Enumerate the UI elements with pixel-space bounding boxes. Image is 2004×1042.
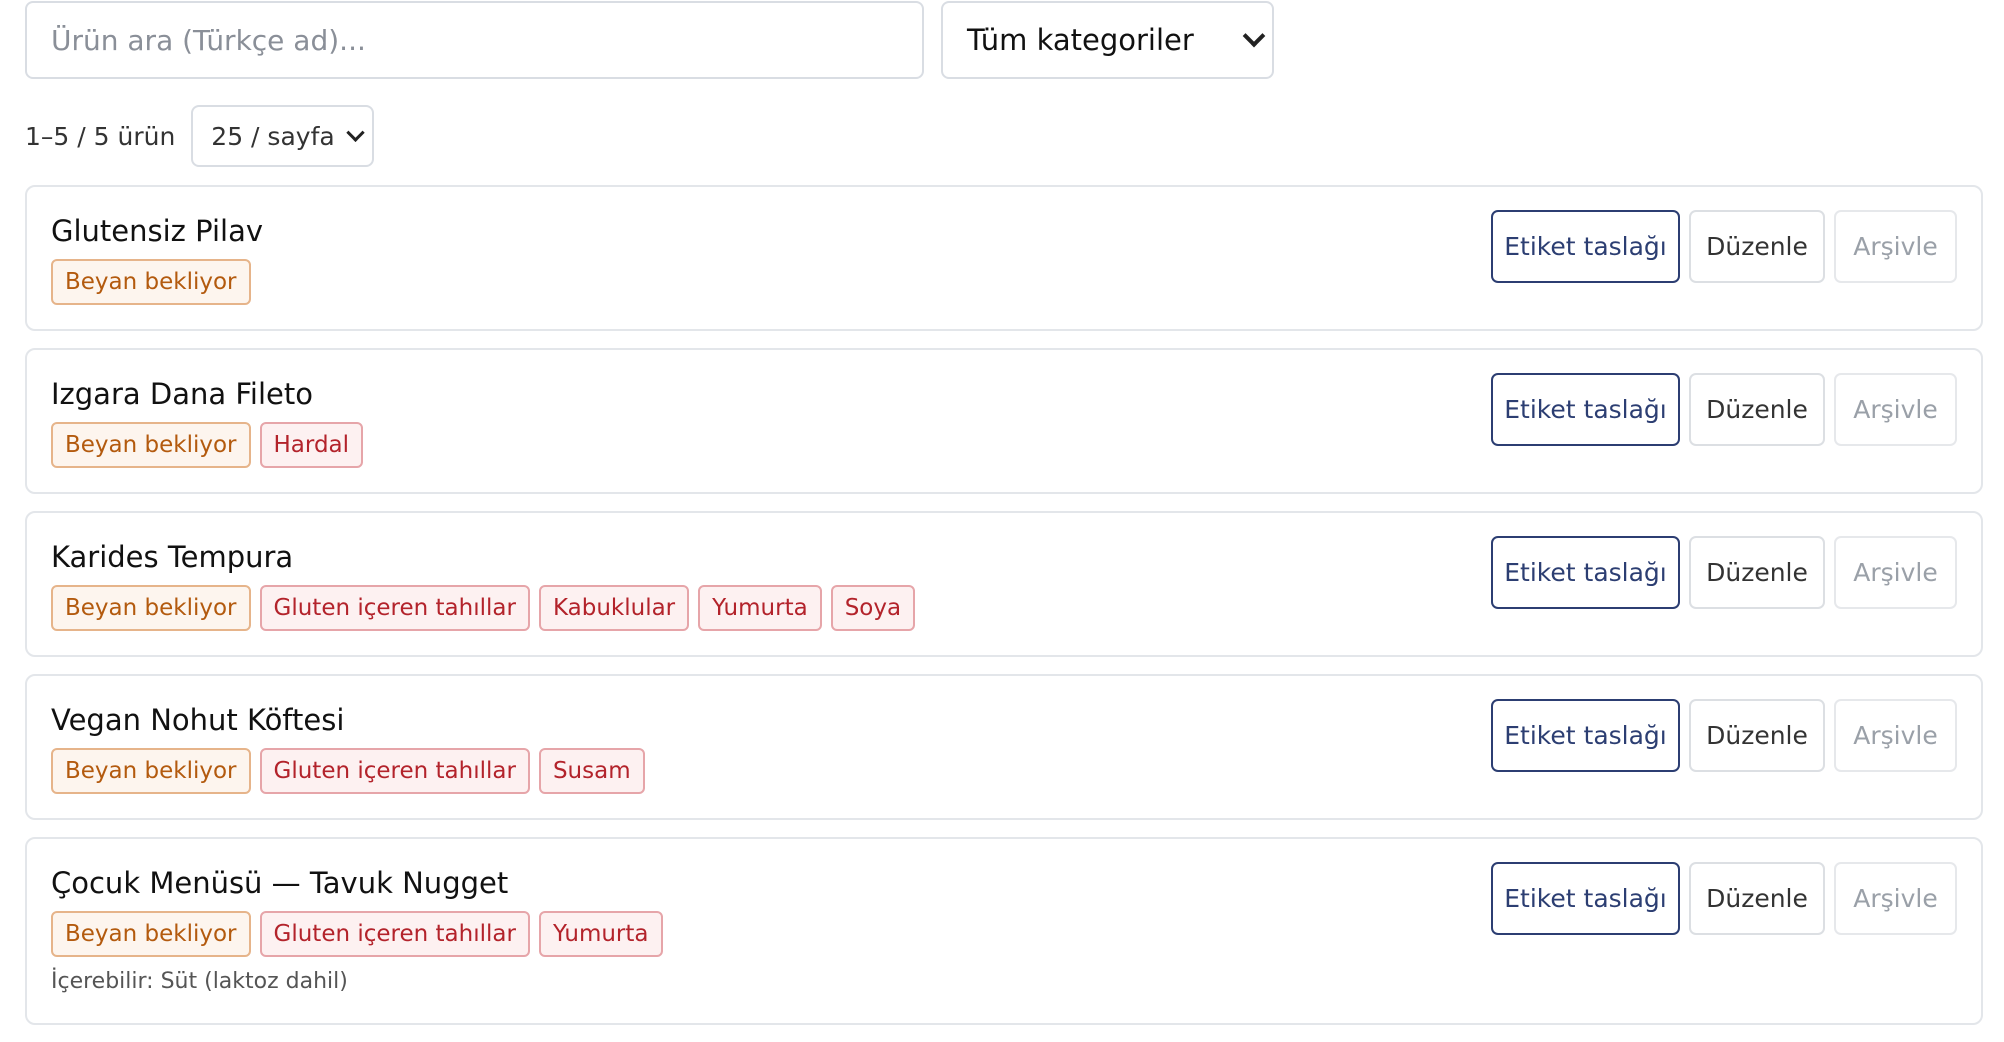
edit-button[interactable]: Düzenle bbox=[1689, 862, 1825, 935]
label-draft-button[interactable]: Etiket taslağı bbox=[1491, 373, 1680, 446]
status-badge: Beyan bekliyor bbox=[51, 911, 251, 957]
per-page-select[interactable]: 25 / sayfa bbox=[191, 105, 375, 167]
result-count-row: 1–5 / 5 ürün 25 / sayfa bbox=[25, 105, 375, 167]
edit-button[interactable]: Düzenle bbox=[1689, 373, 1825, 446]
allergen-tag: Hardal bbox=[259, 422, 364, 468]
may-contain-note: İçerebilir: Süt (laktoz dahil) bbox=[51, 969, 348, 994]
allergen-tag: Susam bbox=[538, 748, 645, 794]
status-badge: Beyan bekliyor bbox=[51, 748, 251, 794]
per-page-value: 25 / sayfa bbox=[211, 121, 335, 151]
status-badge: Beyan bekliyor bbox=[51, 585, 251, 631]
archive-button[interactable]: Arşivle bbox=[1834, 862, 1957, 935]
allergen-tag: Kabuklular bbox=[538, 585, 690, 631]
filter-toolbar: Tüm kategoriler bbox=[25, 1, 1274, 79]
product-card: Çocuk Menüsü — Tavuk Nugget Beyan bekliy… bbox=[25, 837, 1983, 1025]
card-actions: Etiket taslağı Düzenle Arşivle bbox=[1491, 536, 1957, 609]
product-list: Glutensiz Pilav Beyan bekliyor Etiket ta… bbox=[25, 185, 1983, 1042]
label-draft-button[interactable]: Etiket taslağı bbox=[1491, 699, 1680, 772]
label-draft-button[interactable]: Etiket taslağı bbox=[1491, 210, 1680, 283]
edit-button[interactable]: Düzenle bbox=[1689, 210, 1825, 283]
result-count: 1–5 / 5 ürün bbox=[25, 121, 176, 151]
archive-button[interactable]: Arşivle bbox=[1834, 536, 1957, 609]
label-draft-button[interactable]: Etiket taslağı bbox=[1491, 536, 1680, 609]
allergen-tag: Yumurta bbox=[538, 911, 663, 957]
product-card: Glutensiz Pilav Beyan bekliyor Etiket ta… bbox=[25, 185, 1983, 331]
allergen-tag: Gluten içeren tahıllar bbox=[259, 911, 530, 957]
status-badge: Beyan bekliyor bbox=[51, 259, 251, 305]
chevron-down-icon bbox=[1242, 24, 1266, 48]
product-list-page: Tüm kategoriler 1–5 / 5 ürün 25 / sayfa … bbox=[0, 0, 2004, 1025]
allergen-tag: Gluten içeren tahıllar bbox=[259, 748, 530, 794]
status-badge: Beyan bekliyor bbox=[51, 422, 251, 468]
card-actions: Etiket taslağı Düzenle Arşivle bbox=[1491, 699, 1957, 772]
card-actions: Etiket taslağı Düzenle Arşivle bbox=[1491, 862, 1957, 935]
edit-button[interactable]: Düzenle bbox=[1689, 536, 1825, 609]
product-card: Izgara Dana Fileto Beyan bekliyor Hardal … bbox=[25, 348, 1983, 494]
edit-button[interactable]: Düzenle bbox=[1689, 699, 1825, 772]
allergen-tag: Yumurta bbox=[698, 585, 822, 631]
label-draft-button[interactable]: Etiket taslağı bbox=[1491, 862, 1680, 935]
search-input[interactable] bbox=[25, 1, 924, 79]
archive-button[interactable]: Arşivle bbox=[1834, 210, 1957, 283]
category-select[interactable]: Tüm kategoriler bbox=[941, 1, 1274, 79]
card-actions: Etiket taslağı Düzenle Arşivle bbox=[1491, 210, 1957, 283]
card-actions: Etiket taslağı Düzenle Arşivle bbox=[1491, 373, 1957, 446]
product-card: Karides Tempura Beyan bekliyor Gluten içe… bbox=[25, 511, 1983, 657]
allergen-tag: Soya bbox=[830, 585, 916, 631]
archive-button[interactable]: Arşivle bbox=[1834, 373, 1957, 446]
allergen-tag: Gluten içeren tahıllar bbox=[259, 585, 530, 631]
category-select-value: Tüm kategoriler bbox=[967, 23, 1194, 57]
archive-button[interactable]: Arşivle bbox=[1834, 699, 1957, 772]
chevron-down-icon bbox=[346, 123, 365, 142]
product-card: Vegan Nohut Köftesi Beyan bekliyor Gluten… bbox=[25, 674, 1983, 820]
